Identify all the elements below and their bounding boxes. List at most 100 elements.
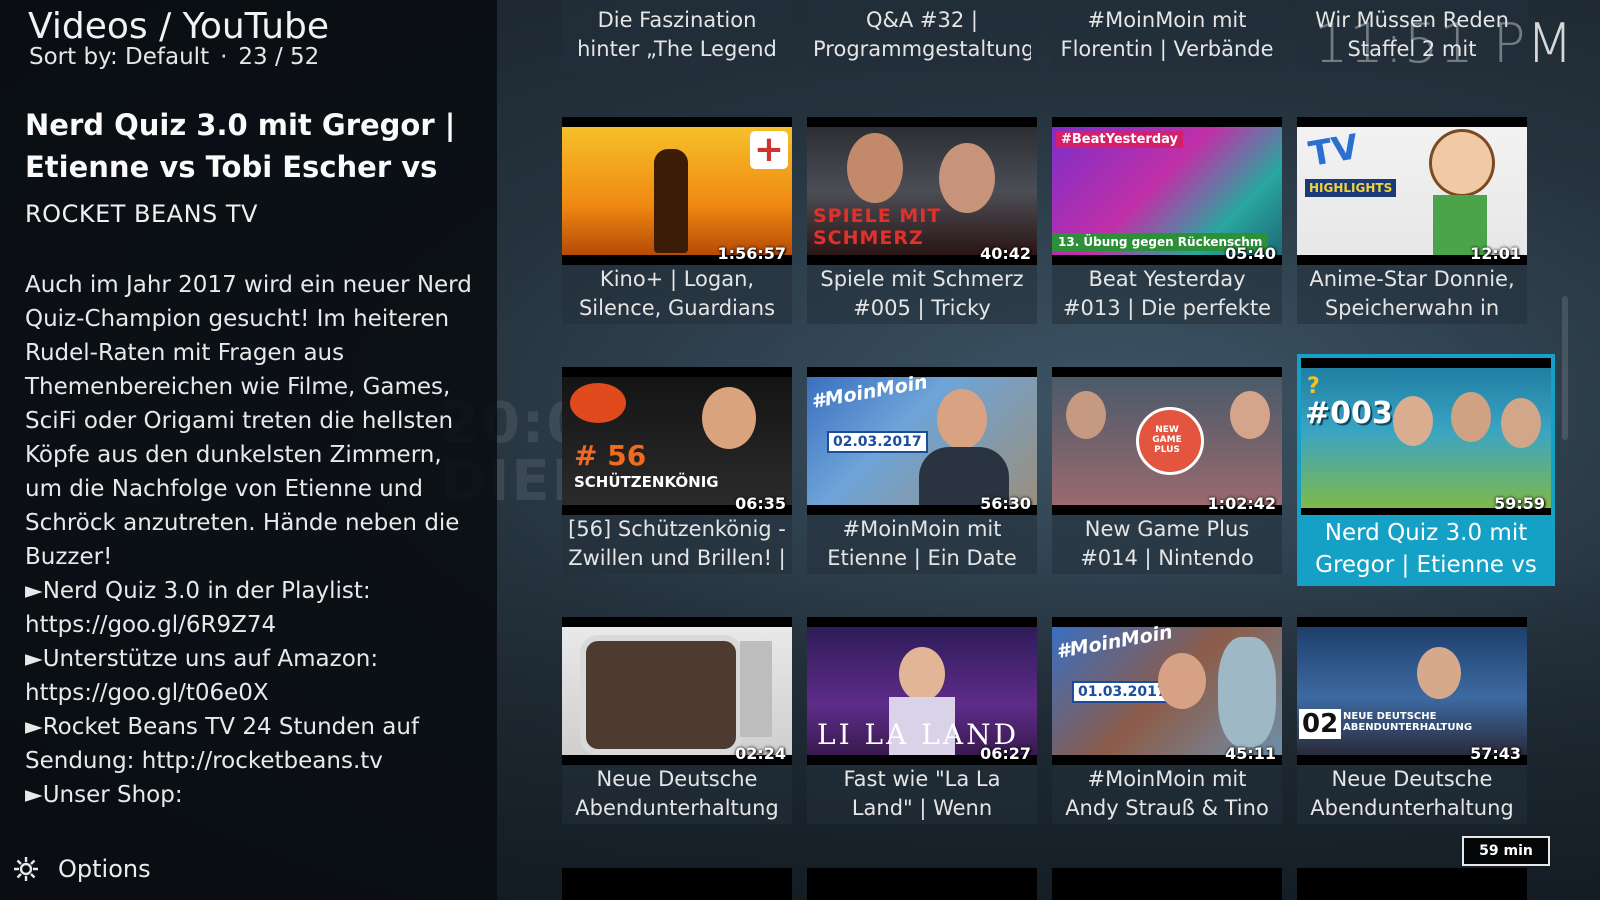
thumbnail-art: #MoinMoin 01.03.2017 [1052,621,1282,755]
figure-silhouette [654,149,688,253]
thumbnail-overlay-text: # 56 [574,439,647,472]
video-thumbnail: LI LA LAND 06:27 [807,617,1037,765]
video-tile[interactable]: 02 NEUE DEUTSCHE ABENDUNTERHALTUNG 57:43… [1297,617,1527,824]
video-tile[interactable] [562,868,792,900]
thumbnail-art: TV HIGHLIGHTS [1297,127,1527,255]
alien-figure [1218,637,1276,747]
thumbnail-art: #MoinMoin 02.03.2017 [807,371,1037,505]
video-tile[interactable]: + 1:56:57 Kino+ | Logan, Silence, Guardi… [562,117,792,324]
video-tile-selected[interactable]: ? #003 59:59 Nerd Quiz 3.0 mit Gregor | … [1297,354,1555,586]
video-thumbnail: ? #003 59:59 [1301,358,1551,515]
person-face [1158,653,1206,709]
video-grid: Die Faszination hinter „The Legend of Ze… [562,0,1555,900]
video-thumbnail [807,868,1037,900]
video-tile[interactable] [807,868,1037,900]
video-thumbnail [562,868,792,900]
person-face [1451,392,1491,442]
video-title: Die Faszination hinter „The Legend of Ze… [577,8,777,61]
video-tile[interactable]: TV HIGHLIGHTS 12:01 Anime-Star Donnie, S… [1297,117,1527,324]
person-face [1066,391,1106,439]
thumbnail-overlay-caption: 02.03.2017 [827,431,928,453]
thumbnail-overlay-caption: NEUE DEUTSCHE ABENDUNTERHALTUNG [1343,711,1473,733]
video-thumbnail: + 1:56:57 [562,117,792,265]
video-duration: 02:24 [735,744,786,763]
thumbnail-overlay-text: #003 [1305,396,1393,431]
selected-video-channel: ROCKET BEANS TV [25,200,258,228]
video-tile[interactable]: #BeatYesterday 13. Übung gegen Rückensch… [1052,117,1282,324]
thumbnail-art [562,627,792,755]
video-duration: 06:35 [735,494,786,513]
video-tile[interactable]: Q&A #32 | Programmgestaltung, [807,0,1037,72]
thumbnail-art: LI LA LAND [807,627,1037,755]
tv-panel [740,641,772,737]
video-tile[interactable] [1052,868,1282,900]
video-thumbnail: #MoinMoin 01.03.2017 45:11 [1052,617,1282,765]
video-thumbnail [1052,868,1282,900]
video-tile[interactable]: 02:24 Neue Deutsche Abendunterhaltung [562,617,792,824]
separator-dot: · [220,44,228,70]
thumbnail-art: + [562,127,792,255]
thumbnail-art: #BeatYesterday 13. Übung gegen Rückensch… [1052,127,1282,255]
video-title: Fast wie "La La Land" | Wenn Donnie [843,767,1001,820]
video-duration: 56:30 [980,494,1031,513]
video-thumbnail: NEW GAME PLUS 1:02:42 [1052,367,1282,515]
thumbnail-art: ? #003 [1301,368,1551,508]
tv-screen [580,635,742,755]
video-tile[interactable]: #MoinMoin 01.03.2017 45:11 #MoinMoin mit… [1052,617,1282,824]
person-face [1393,396,1433,446]
video-tile[interactable]: #MoinMoin mit Florentin | Verbände [1052,0,1282,72]
thumbnail-art: # 56 SCHÜTZENKÖNIG [562,377,792,505]
thumbnail-overlay-text: #MoinMoin [809,370,930,414]
person-face [1417,647,1461,699]
video-title: Wir Müssen Reden Staffel 2 mit Schröck [1315,8,1509,61]
video-thumbnail: #BeatYesterday 13. Übung gegen Rückensch… [1052,117,1282,265]
video-duration: 1:56:57 [717,244,786,263]
options-label: Options [58,855,151,883]
video-tile[interactable]: SPIELE MIT SCHMERZ 40:42 Spiele mit Schm… [807,117,1037,324]
info-panel: Videos / YouTube Sort by: Default · 23 / 5… [0,0,497,900]
video-title: Beat Yesterday #013 | Die perfekte Übung [1062,267,1272,320]
person-face [1501,398,1541,448]
video-duration: 57:43 [1470,744,1521,763]
video-duration: 40:42 [980,244,1031,263]
video-duration: 1:02:42 [1207,494,1276,513]
video-duration: 45:11 [1225,744,1276,763]
video-title: #MoinMoin mit Andy Strauß & Tino [1065,767,1269,820]
thumbnail-overlay-text: HIGHLIGHTS [1305,179,1397,197]
video-thumbnail: TV HIGHLIGHTS 12:01 [1297,117,1527,265]
cartoon-face [1429,129,1495,197]
video-tile[interactable]: NEW GAME PLUS 1:02:42 New Game Plus #014… [1052,367,1282,574]
video-tile[interactable]: # 56 SCHÜTZENKÖNIG 06:35 [56] Schützenkö… [562,367,792,574]
selected-video-title: Nerd Quiz 3.0 mit Gregor | Etienne vs To… [25,108,456,184]
video-duration: 06:27 [980,744,1031,763]
video-duration: 05:40 [1225,244,1276,263]
video-title: Kino+ | Logan, Silence, Guardians of [578,267,776,320]
video-duration: 59:59 [1494,494,1545,513]
thumbnail-overlay-text: SPIELE MIT SCHMERZ [813,205,942,249]
person-face [939,143,995,213]
video-thumbnail: 02 NEUE DEUTSCHE ABENDUNTERHALTUNG 57:43 [1297,617,1527,765]
video-tile[interactable]: #MoinMoin 02.03.2017 56:30 #MoinMoin mit… [807,367,1037,574]
weekly-badge-icon [570,383,626,423]
video-thumbnail [1297,868,1527,900]
video-tile[interactable]: LI LA LAND 06:27 Fast wie "La La Land" |… [807,617,1037,824]
tv-logo-icon: TV [1305,127,1362,175]
person-face [1230,391,1270,439]
thumbnail-overlay-text: NEW GAME PLUS [1152,425,1182,455]
video-tile[interactable]: Die Faszination hinter „The Legend of Ze… [562,0,792,72]
scrollbar[interactable] [1562,296,1568,440]
sort-label: Sort by: Default [29,44,210,70]
video-thumbnail: #MoinMoin 02.03.2017 56:30 [807,367,1037,515]
person-face [847,133,903,203]
video-title: #MoinMoin mit Etienne | Ein Date mit [827,517,1017,570]
video-title: Q&A #32 | Programmgestaltung, [813,8,1031,61]
video-title: #MoinMoin mit Florentin | Verbände [1060,8,1274,61]
person-face [702,387,756,449]
thumbnail-overlay-text: 02 [1299,709,1342,739]
video-duration: 12:01 [1470,244,1521,263]
video-tile[interactable]: Wir Müssen Reden Staffel 2 mit Schröck [1297,0,1527,72]
options-button[interactable]: Options [12,851,151,887]
video-tile[interactable] [1297,868,1527,900]
video-title: Neue Deutsche Abendunterhaltung [1310,767,1514,820]
thumbnail-overlay-text: #MoinMoin [1054,620,1175,664]
